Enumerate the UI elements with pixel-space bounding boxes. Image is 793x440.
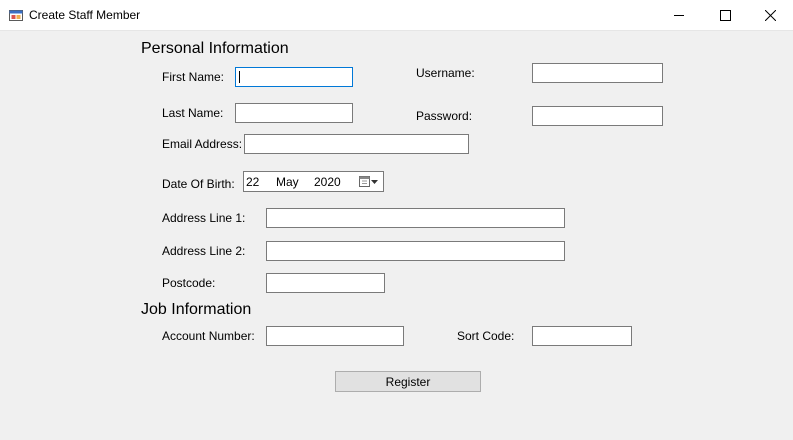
first-name-label: First Name:	[162, 70, 225, 84]
dob-day[interactable]: 22	[246, 175, 259, 189]
username-label: Username:	[416, 66, 475, 80]
register-button[interactable]: Register	[335, 371, 481, 392]
close-button[interactable]	[747, 0, 793, 30]
date-of-birth-picker[interactable]: 22 May 2020	[243, 171, 384, 192]
postcode-label: Postcode:	[162, 276, 216, 290]
dob-year[interactable]: 2020	[314, 175, 341, 189]
last-name-label: Last Name:	[162, 106, 224, 120]
job-information-header: Job Information	[141, 301, 252, 318]
sort-code-label: Sort Code:	[457, 329, 515, 343]
email-address-label: Email Address:	[162, 137, 243, 151]
address-line-1-input[interactable]	[266, 208, 565, 228]
first-name-input[interactable]	[235, 67, 353, 87]
address-line-1-label: Address Line 1:	[162, 211, 246, 225]
postcode-input[interactable]	[266, 273, 385, 293]
window-title: Create Staff Member	[29, 8, 141, 22]
last-name-input[interactable]	[235, 103, 353, 123]
title-bar[interactable]: Create Staff Member	[0, 0, 793, 31]
sort-code-input[interactable]	[532, 326, 632, 346]
address-line-2-label: Address Line 2:	[162, 244, 246, 258]
date-of-birth-label: Date Of Birth:	[162, 177, 235, 191]
calendar-dropdown-button[interactable]	[358, 174, 380, 189]
personal-information-header: Personal Information	[141, 40, 289, 57]
username-input[interactable]	[532, 63, 663, 83]
maximize-icon	[719, 9, 731, 21]
maximize-button[interactable]	[702, 0, 748, 30]
dob-month[interactable]: May	[276, 175, 299, 189]
email-address-input[interactable]	[244, 134, 469, 154]
minimize-button[interactable]	[656, 0, 702, 30]
close-icon	[764, 9, 776, 21]
account-number-input[interactable]	[266, 326, 404, 346]
password-input[interactable]	[532, 106, 663, 126]
app-icon	[9, 10, 23, 21]
minimize-icon	[673, 14, 684, 16]
text-caret	[239, 71, 240, 83]
dropdown-arrow-icon	[371, 180, 378, 184]
password-label: Password:	[416, 109, 473, 123]
address-line-2-input[interactable]	[266, 241, 565, 261]
account-number-label: Account Number:	[162, 329, 255, 343]
calendar-icon	[359, 176, 370, 187]
